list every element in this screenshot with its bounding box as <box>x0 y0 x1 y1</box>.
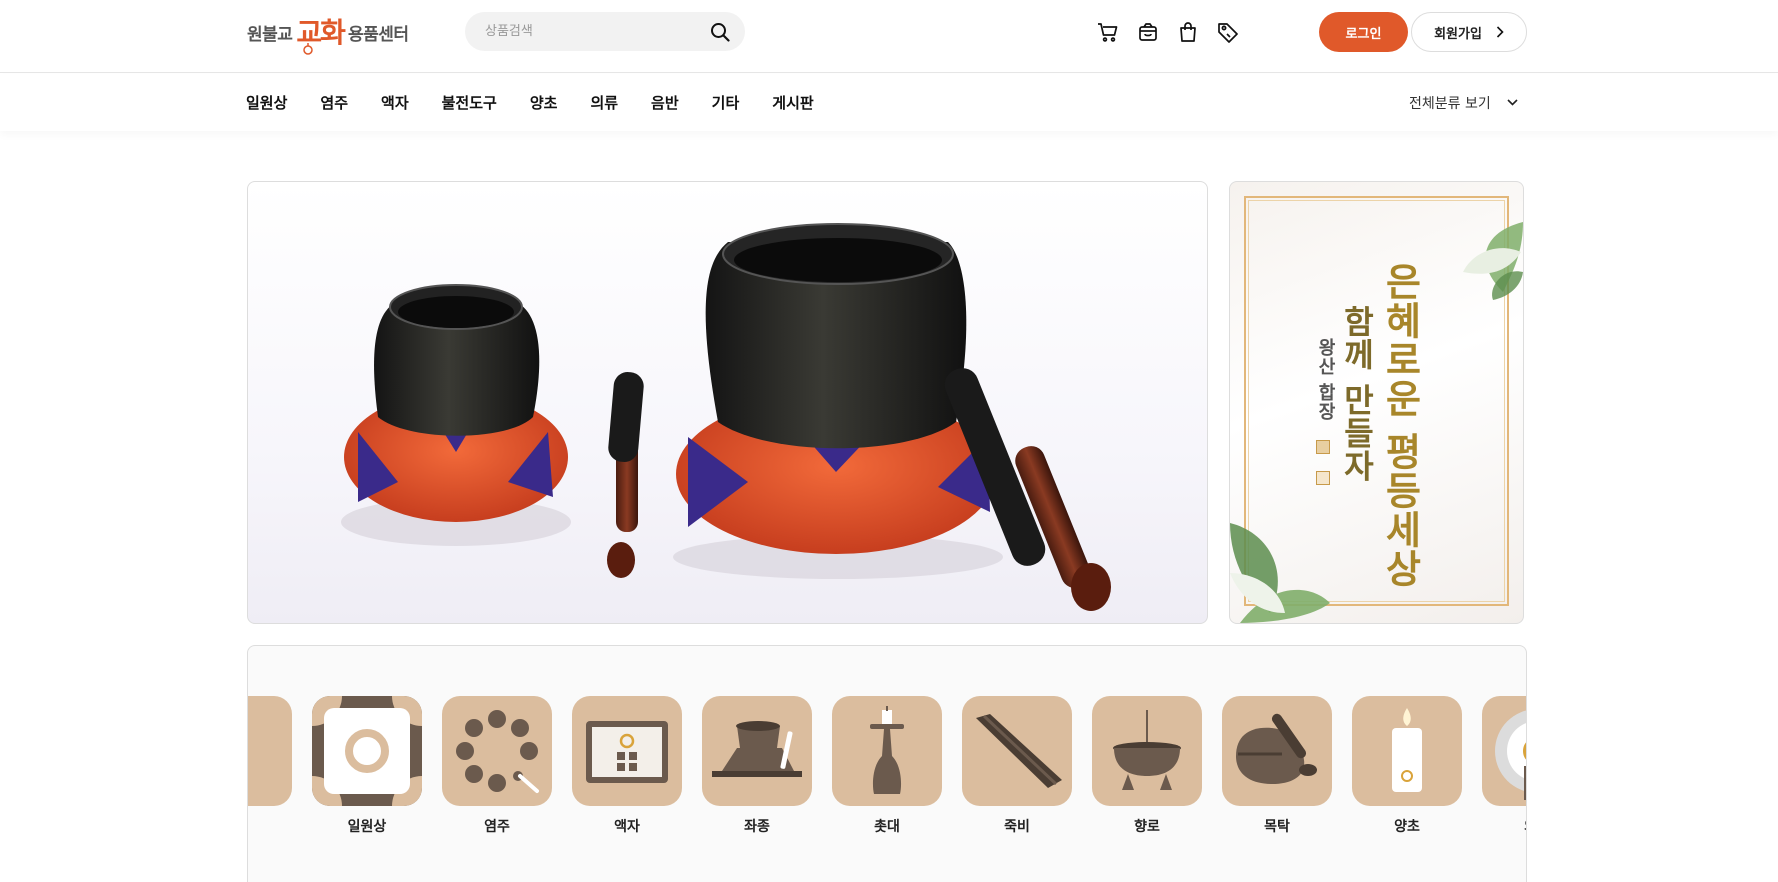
irwonsang-icon <box>312 696 422 806</box>
seal-stamp-1 <box>1316 440 1330 454</box>
shopping-basket-icon[interactable] <box>1136 20 1159 43</box>
side-banner-author: 왕산 합장 <box>1315 338 1336 422</box>
category-item-singing-bowl[interactable]: 좌종 <box>702 696 812 835</box>
nav-item-clothing[interactable]: 의류 <box>590 92 618 113</box>
nav-item-candles[interactable]: 양초 <box>530 92 558 113</box>
side-banner-slogan: 은혜로운 평등세상 <box>1378 262 1422 589</box>
partial-icon <box>248 696 292 806</box>
nav-item-albums[interactable]: 음반 <box>651 92 679 113</box>
frame-icon <box>572 696 682 806</box>
category-nav: 일원상 염주 액자 불전도구 양초 의류 음반 기타 게시판 전체분류 보기 <box>0 74 1778 131</box>
leaf-decoration-bottom <box>1230 523 1330 623</box>
search-input[interactable] <box>485 24 709 39</box>
nav-item-prayer-beads[interactable]: 염주 <box>320 92 348 113</box>
moktak-icon <box>1222 696 1332 806</box>
cart-icon[interactable] <box>1096 20 1119 43</box>
site-logo[interactable]: 원불교 교화 용품센터 <box>247 10 409 55</box>
candle-icon <box>1352 696 1462 806</box>
category-item-partial[interactable] <box>248 696 292 834</box>
logo-tag-icon <box>303 43 313 55</box>
category-item-candlestick[interactable]: 촛대 <box>832 696 942 835</box>
category-item-prayer-beads[interactable]: 염주 <box>442 696 552 835</box>
category-item-irwonsang[interactable]: 일원상 <box>312 696 422 835</box>
search-icon[interactable] <box>709 21 731 43</box>
category-label: 목탁 <box>1264 819 1290 835</box>
category-label: 의류 <box>1524 816 1526 835</box>
prayer-beads-icon <box>442 696 552 806</box>
logo-suffix: 용품센터 <box>347 24 409 45</box>
singing-bowl-icon <box>702 696 812 806</box>
all-categories-dropdown[interactable]: 전체분류 보기 <box>1409 74 1518 131</box>
category-item-moktak[interactable]: 목탁 <box>1222 696 1332 835</box>
incense-burner-icon <box>1092 696 1202 806</box>
category-label: 일원상 <box>347 819 387 835</box>
category-label: 액자 <box>614 819 640 835</box>
clothing-icon <box>1482 696 1526 806</box>
nav-item-etc[interactable]: 기타 <box>712 92 740 113</box>
category-label: 좌종 <box>744 819 770 835</box>
category-label: 촛대 <box>874 819 900 835</box>
nav-item-board[interactable]: 게시판 <box>772 92 813 113</box>
category-label: 향로 <box>1134 819 1160 835</box>
bamboo-clapper-icon <box>962 696 1072 806</box>
join-button[interactable]: 회원가입 <box>1411 12 1527 52</box>
nav-item-irwonsang[interactable]: 일원상 <box>246 92 287 113</box>
chevron-down-icon <box>1507 99 1518 106</box>
category-track: 일원상 염주 액자 좌종 촛대 죽비 향로 목탁 양초 <box>248 696 1526 835</box>
category-item-clothing[interactable]: 의류 <box>1482 696 1526 835</box>
shopping-bag-icon[interactable] <box>1176 20 1199 43</box>
search-bar <box>465 12 745 51</box>
nav-item-altar-tools[interactable]: 불전도구 <box>442 92 497 113</box>
singing-bowls-image <box>341 223 1111 611</box>
nav-item-frames[interactable]: 액자 <box>381 92 409 113</box>
side-banner[interactable] <box>1229 181 1524 624</box>
main-banner[interactable] <box>247 181 1208 624</box>
all-categories-label: 전체분류 보기 <box>1409 95 1491 112</box>
header-icon-group <box>1096 20 1239 43</box>
category-label: 염주 <box>484 819 510 835</box>
candlestick-icon <box>832 696 942 806</box>
side-banner-subslogan: 함께 만들자 <box>1338 305 1376 483</box>
chevron-right-icon <box>1496 26 1504 38</box>
category-item-incense-burner[interactable]: 향로 <box>1092 696 1202 835</box>
category-item-frame[interactable]: 액자 <box>572 696 682 835</box>
category-item-bamboo-clapper[interactable]: 죽비 <box>962 696 1072 835</box>
category-item-candle[interactable]: 양초 <box>1352 696 1462 835</box>
category-carousel: 일원상 염주 액자 좌종 촛대 죽비 향로 목탁 양초 <box>247 645 1527 882</box>
leaf-decoration-top <box>1463 222 1523 300</box>
seal-stamp-2 <box>1316 471 1330 485</box>
join-button-label: 회원가입 <box>1434 25 1482 41</box>
tag-icon[interactable] <box>1216 20 1239 43</box>
category-menu: 일원상 염주 액자 불전도구 양초 의류 음반 기타 게시판 <box>246 74 847 131</box>
site-header: 원불교 교화 용품센터 로그인 회원가입 <box>0 0 1778 73</box>
login-button[interactable]: 로그인 <box>1319 12 1408 52</box>
category-label: 양초 <box>1394 819 1420 835</box>
category-label: 죽비 <box>1004 819 1030 835</box>
logo-prefix: 원불교 <box>247 24 293 45</box>
